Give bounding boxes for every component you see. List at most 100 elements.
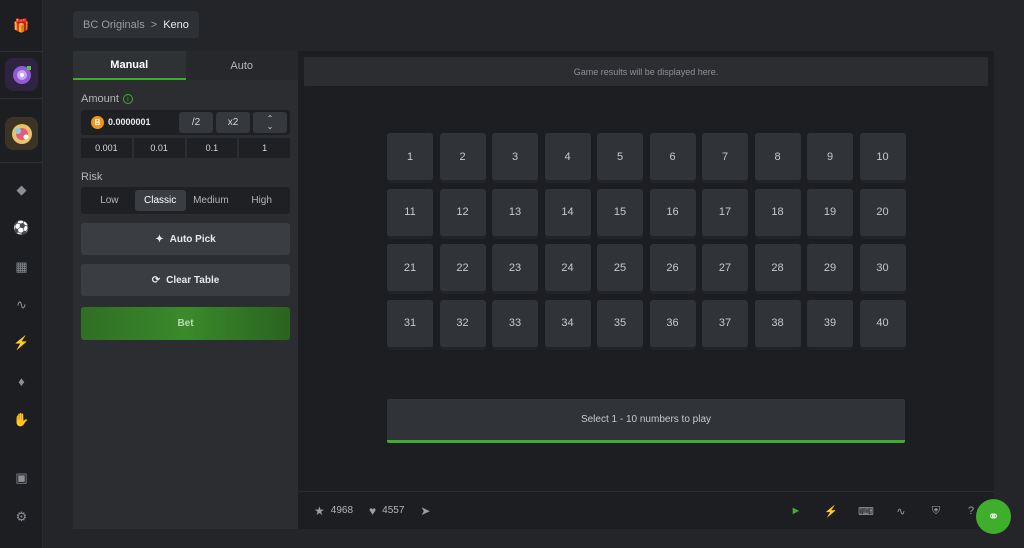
lightning-icon[interactable]: ⚡ <box>0 331 43 355</box>
keno-number-cell[interactable]: 18 <box>754 188 801 236</box>
chevron-right-icon: > <box>150 18 158 31</box>
keno-number-cell[interactable]: 6 <box>649 133 696 180</box>
mode-tabs: Manual Auto <box>73 51 298 80</box>
favorites-count: 4968 <box>330 505 354 516</box>
keno-number-cell[interactable]: 1 <box>387 133 433 180</box>
side-rail: 🎁 ◆ ⚽ ▦ ∿ ⚡ ♦ ✋ ▣ ⚙ <box>0 0 43 548</box>
keno-number-cell[interactable]: 25 <box>597 244 643 291</box>
keno-number-cell[interactable]: 31 <box>387 299 433 347</box>
keno-number-cell[interactable]: 7 <box>702 133 748 180</box>
auto-pick-button[interactable]: ✦ Auto Pick <box>81 223 290 255</box>
quick-amount-button[interactable]: 0.001 <box>81 138 132 158</box>
game-wheel-icon[interactable] <box>5 117 38 150</box>
info-icon[interactable]: i <box>122 94 133 104</box>
chart-bars-icon[interactable]: ▦ <box>0 255 43 279</box>
keno-number-cell[interactable]: 17 <box>702 188 748 236</box>
breadcrumb-parent[interactable]: BC Originals <box>83 19 145 31</box>
keno-number-cell[interactable]: 4 <box>544 133 591 180</box>
favorites-stat[interactable]: ★ 4968 <box>314 504 353 518</box>
keyboard-icon[interactable]: ⌨ <box>857 502 875 520</box>
likes-stat[interactable]: ♥ 4557 <box>369 504 404 518</box>
keno-number-cell[interactable]: 19 <box>807 188 853 236</box>
telegram-icon[interactable]: ➤ <box>420 504 430 518</box>
keno-number-cell[interactable]: 32 <box>439 299 486 347</box>
clear-table-button[interactable]: ⟳ Clear Table <box>81 264 290 296</box>
gift-icon[interactable]: 🎁 <box>0 14 43 38</box>
keno-number-cell[interactable]: 22 <box>439 244 486 291</box>
keno-number-cell[interactable]: 23 <box>492 244 538 291</box>
keno-number-cell[interactable]: 30 <box>859 244 906 291</box>
star-icon: ★ <box>314 503 325 518</box>
sports-ball-icon[interactable]: ⚽ <box>0 216 43 240</box>
keno-number-cell[interactable]: 29 <box>807 244 853 291</box>
keno-number-cell[interactable]: 20 <box>859 188 906 236</box>
auto-pick-label: Auto Pick <box>169 233 216 245</box>
keno-number-cell[interactable]: 13 <box>492 188 538 236</box>
headset-icon[interactable]: ⚭ <box>976 499 1011 534</box>
keno-number-cell[interactable]: 37 <box>702 299 748 347</box>
keno-number-cell[interactable]: 10 <box>859 133 906 180</box>
amount-value[interactable]: 0.0000001 <box>108 117 151 127</box>
ticket-icon[interactable]: ♦ <box>0 369 43 393</box>
tab-manual[interactable]: Manual <box>73 51 186 80</box>
keno-number-cell[interactable]: 24 <box>544 244 591 291</box>
quick-amount-button[interactable]: 1 <box>239 138 290 158</box>
settings-icon[interactable]: ⚙ <box>0 505 43 529</box>
breadcrumb: BC Originals > Keno <box>73 11 199 38</box>
keno-number-cell[interactable]: 34 <box>544 299 591 347</box>
tab-auto[interactable]: Auto <box>185 51 298 80</box>
chevron-up-down-icon[interactable]: ⌃ ⌄ <box>253 112 287 133</box>
game-candy-icon[interactable] <box>5 58 38 91</box>
keno-number-cell[interactable]: 14 <box>544 188 591 236</box>
heart-icon: ♥ <box>369 503 377 518</box>
keno-number-cell[interactable]: 40 <box>859 299 906 347</box>
keno-number-cell[interactable]: 3 <box>492 133 538 180</box>
crypto-icon[interactable]: ◆ <box>0 178 43 202</box>
risk-selector: Low Classic Medium High <box>81 187 290 214</box>
keno-number-cell[interactable]: 35 <box>597 299 643 347</box>
risk-option-classic[interactable]: Classic <box>134 190 186 211</box>
keno-number-cell[interactable]: 28 <box>754 244 801 291</box>
risk-option-high[interactable]: High <box>236 190 287 211</box>
risk-option-medium[interactable]: Medium <box>186 190 237 211</box>
lightning-icon[interactable]: ⚡ <box>822 502 840 520</box>
keno-number-cell[interactable]: 26 <box>649 244 696 291</box>
keno-number-cell[interactable]: 15 <box>597 188 643 236</box>
quick-amount-button[interactable]: 0.01 <box>133 138 185 158</box>
results-bar: Game results will be displayed here. <box>304 57 988 86</box>
game-footer: ★ 4968 ♥ 4557 ➤ ► ⚡ ⌨ ∿ ⛨ ? <box>298 491 994 529</box>
amount-input[interactable]: B 0.0000001 /2 x2 ⌃ ⌄ <box>81 110 290 135</box>
rail-divider <box>0 98 43 99</box>
amount-label-row: Amount i <box>81 93 133 105</box>
risk-option-low[interactable]: Low <box>84 190 135 211</box>
keno-number-cell[interactable]: 38 <box>754 299 801 347</box>
keno-number-cell[interactable]: 21 <box>387 244 433 291</box>
shield-icon[interactable]: ⛨ <box>927 502 945 520</box>
keno-number-cell[interactable]: 11 <box>387 188 433 236</box>
graph-icon[interactable]: ∿ <box>892 502 910 520</box>
pulse-icon[interactable]: ∿ <box>0 293 43 317</box>
hand-icon[interactable]: ✋ <box>0 408 43 432</box>
keno-number-cell[interactable]: 36 <box>649 299 696 347</box>
sound-icon[interactable]: ► <box>787 502 805 520</box>
half-button[interactable]: /2 <box>179 112 213 133</box>
bitcoin-icon: B <box>91 116 104 129</box>
rail-divider <box>0 162 43 163</box>
double-button[interactable]: x2 <box>216 112 250 133</box>
keno-number-cell[interactable]: 27 <box>702 244 748 291</box>
keno-number-cell[interactable]: 2 <box>439 133 486 180</box>
treasure-icon[interactable]: ▣ <box>0 466 43 490</box>
keno-number-cell[interactable]: 16 <box>649 188 696 236</box>
breadcrumb-current: Keno <box>163 18 189 31</box>
quick-amount-button[interactable]: 0.1 <box>186 138 238 158</box>
keno-number-cell[interactable]: 8 <box>754 133 801 180</box>
keno-number-cell[interactable]: 39 <box>807 299 853 347</box>
amount-label: Amount <box>81 93 119 105</box>
clear-table-label: Clear Table <box>166 274 220 286</box>
keno-number-cell[interactable]: 33 <box>492 299 538 347</box>
refresh-icon: ⟳ <box>151 274 161 286</box>
keno-number-cell[interactable]: 9 <box>807 133 853 180</box>
keno-number-cell[interactable]: 5 <box>597 133 643 180</box>
bet-button[interactable]: Bet <box>81 307 290 340</box>
keno-number-cell[interactable]: 12 <box>439 188 486 236</box>
